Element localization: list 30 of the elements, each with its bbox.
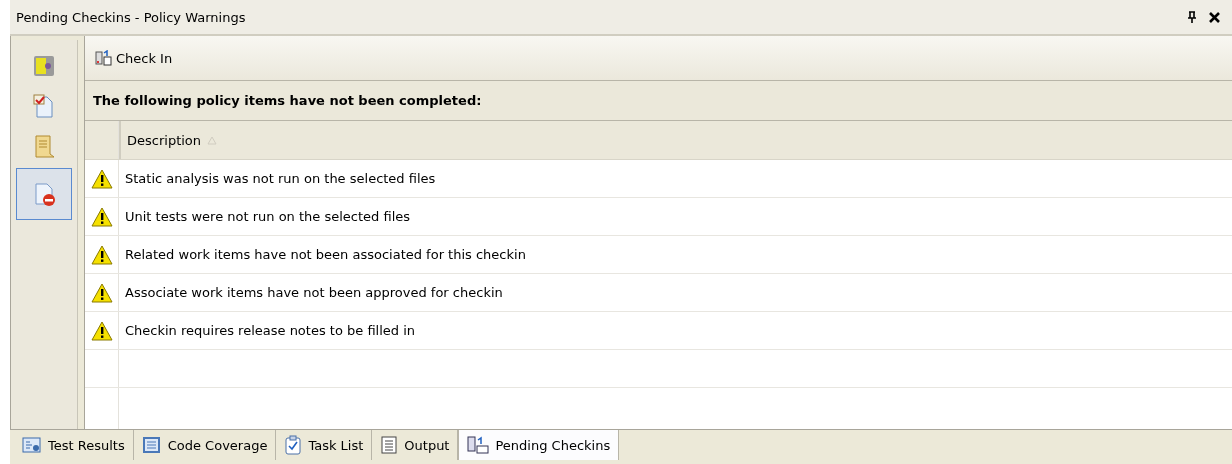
tab[interactable]: Code Coverage [133, 430, 277, 460]
warning-icon [90, 206, 113, 227]
table-cell-text: Static analysis was not run on the selected files [124, 170, 436, 188]
tab[interactable]: Pending Checkins [458, 430, 620, 460]
warning-icon [90, 320, 113, 341]
warning-icon [90, 168, 113, 189]
close-icon[interactable] [1209, 11, 1220, 23]
window-title: Pending Checkins - Policy Warnings [16, 9, 246, 25]
table-cell-text: Unit tests were not run on the selected files [124, 208, 411, 226]
description-column-header[interactable]: Description [119, 121, 1232, 159]
check-in-button[interactable]: Check In [93, 48, 175, 68]
warning-icon [90, 244, 113, 265]
document-icon [141, 436, 162, 454]
server-icon [95, 50, 113, 66]
tab[interactable]: Output [372, 430, 459, 460]
table-cell-text: Associate work items have not been approved for checkin [124, 284, 503, 302]
safe-icon [31, 53, 57, 79]
server-icon [467, 436, 490, 454]
document-icon [380, 436, 399, 454]
table-cell-text: Related work items have not been associated for this checkin [124, 246, 526, 264]
tab[interactable]: Task List [276, 430, 373, 460]
pin-icon[interactable] [1187, 11, 1197, 23]
sidebar-button[interactable] [16, 168, 72, 220]
sort-arrow-icon [207, 135, 218, 145]
warning-icon [90, 282, 113, 303]
tab[interactable]: Test Results [14, 430, 134, 460]
policy-message: The following policy items have not been completed: [93, 93, 482, 108]
report-icon [22, 436, 42, 454]
checklist-icon [284, 435, 303, 455]
table-cell-text: Checkin requires release notes to be filled in [124, 322, 416, 340]
